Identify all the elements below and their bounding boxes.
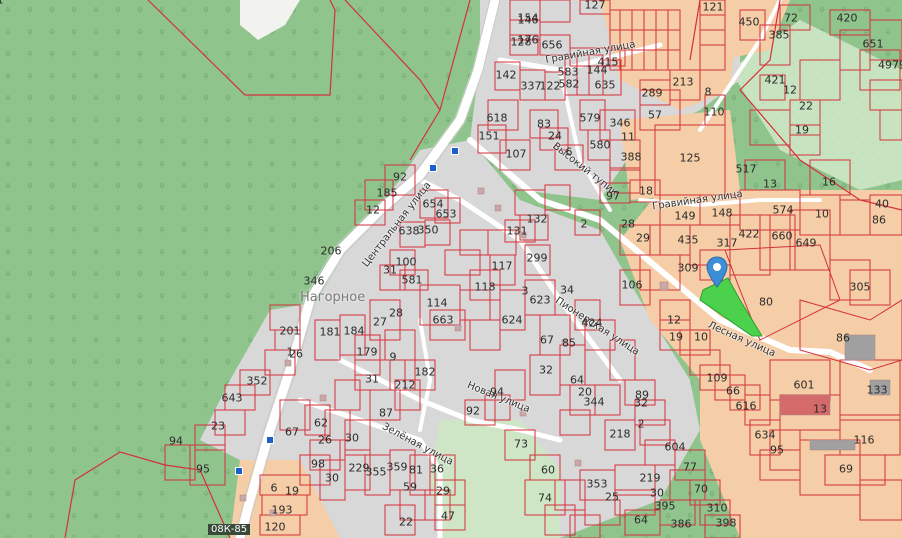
- village-label: Нагорное: [300, 290, 366, 305]
- bus-stop-icon[interactable]: [451, 147, 459, 155]
- bus-stop-icon[interactable]: [266, 436, 274, 444]
- location-pin-icon[interactable]: [706, 256, 728, 288]
- cadastral-map[interactable]: Нагорное 08К-85 Гравийная улица Высокий …: [0, 0, 902, 538]
- bus-stop-icon[interactable]: [429, 164, 437, 172]
- bus-stop-icon[interactable]: [235, 467, 243, 475]
- road-number-label: 08К-85: [208, 524, 251, 535]
